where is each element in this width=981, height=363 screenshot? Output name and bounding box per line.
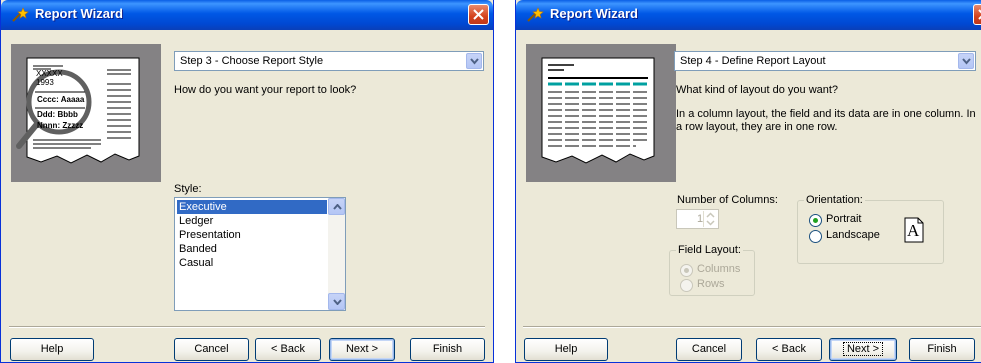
finish-button[interactable]: Finish [909,338,975,361]
next-button[interactable]: Next > [329,338,395,361]
help-button[interactable]: Help [524,338,608,361]
layout-description: In a column layout, the field and its da… [676,108,976,133]
list-item-casual[interactable]: Casual [177,256,327,270]
columns-spinbox[interactable]: 1 [676,209,719,229]
radio-portrait[interactable] [809,214,822,227]
step-dropdown[interactable]: Step 4 - Define Report Layout [674,51,976,71]
list-item-ledger[interactable]: Ledger [177,214,327,228]
chevron-down-icon [962,58,971,65]
cancel-button[interactable]: Cancel [676,338,742,361]
radio-landscape[interactable] [809,230,822,243]
title-bar[interactable]: Report Wizard [1,0,493,30]
number-of-columns-label: Number of Columns: [677,194,778,206]
wizard-icon [11,7,29,26]
step-dropdown-value: Step 4 - Define Report Layout [680,55,826,67]
close-icon [473,9,484,20]
list-item-banded[interactable]: Banded [177,242,327,256]
chevron-down-icon [333,299,342,305]
radio-rows[interactable] [680,279,693,292]
scroll-down-button[interactable] [328,293,345,310]
step-dropdown-value: Step 3 - Choose Report Style [180,55,324,67]
field-layout-label: Field Layout: [676,244,743,256]
style-label: Style: [174,183,202,195]
spin-arrows-icon [706,212,715,226]
back-button[interactable]: < Back [255,338,321,361]
field-layout-group: Field Layout: Columns Rows [669,244,755,296]
radio-columns[interactable] [680,264,693,277]
report-wizard-window-step3: Report Wizard XXXXX 1993 Cccc: Aaaaa Ddd… [0,0,494,363]
listbox-scrollbar[interactable] [328,198,345,310]
chevron-down-icon [470,58,479,65]
dropdown-arrow-button[interactable] [958,53,974,69]
close-button[interactable] [973,4,981,25]
cancel-button[interactable]: Cancel [174,338,249,361]
style-listbox[interactable]: Executive Ledger Presentation Banded Cas… [174,197,346,311]
svg-text:Nnnn: Zzzzz: Nnnn: Zzzzz [37,121,83,130]
wizard-icon [526,7,544,26]
button-divider [523,326,981,328]
back-button[interactable]: < Back [756,338,822,361]
list-item-presentation[interactable]: Presentation [177,228,327,242]
close-button[interactable] [468,4,489,25]
finish-button[interactable]: Finish [410,338,485,361]
next-button[interactable]: Next > [829,338,897,361]
style-question: How do you want your report to look? [174,84,357,96]
scroll-up-button[interactable] [328,198,345,215]
report-layout-illustration [526,44,676,182]
radio-landscape-label: Landscape [826,229,880,241]
title-bar[interactable]: Report Wizard [516,0,981,30]
orientation-label: Orientation: [804,194,865,206]
report-wizard-window-step4: Report Wizard Step 4 - Define Report Lay… [515,0,981,363]
dropdown-arrow-button[interactable] [466,53,482,69]
list-item-executive[interactable]: Executive [177,200,327,214]
radio-columns-label: Columns [697,263,741,275]
window-title: Report Wizard [35,6,123,21]
layout-question: What kind of layout do you want? [676,84,839,96]
portrait-page-icon: A [904,217,924,243]
spin-arrows[interactable] [703,211,717,227]
svg-text:XXXXX: XXXXX [36,69,63,78]
report-style-illustration: XXXXX 1993 Cccc: Aaaaa Ddd: Bbbb Nnnn: Z… [11,44,161,182]
radio-rows-label: Rows [697,278,725,290]
svg-text:Cccc: Aaaaa: Cccc: Aaaaa [37,95,85,104]
radio-portrait-label: Portrait [826,213,862,225]
help-button[interactable]: Help [10,338,94,361]
chevron-up-icon [333,204,342,210]
step-dropdown[interactable]: Step 3 - Choose Report Style [174,51,484,71]
window-title: Report Wizard [550,6,638,21]
button-divider [9,326,485,328]
svg-text:1993: 1993 [36,78,54,87]
svg-text:Ddd: Bbbb: Ddd: Bbbb [37,110,78,119]
orientation-group: Orientation: Portrait Landscape A [797,194,944,264]
